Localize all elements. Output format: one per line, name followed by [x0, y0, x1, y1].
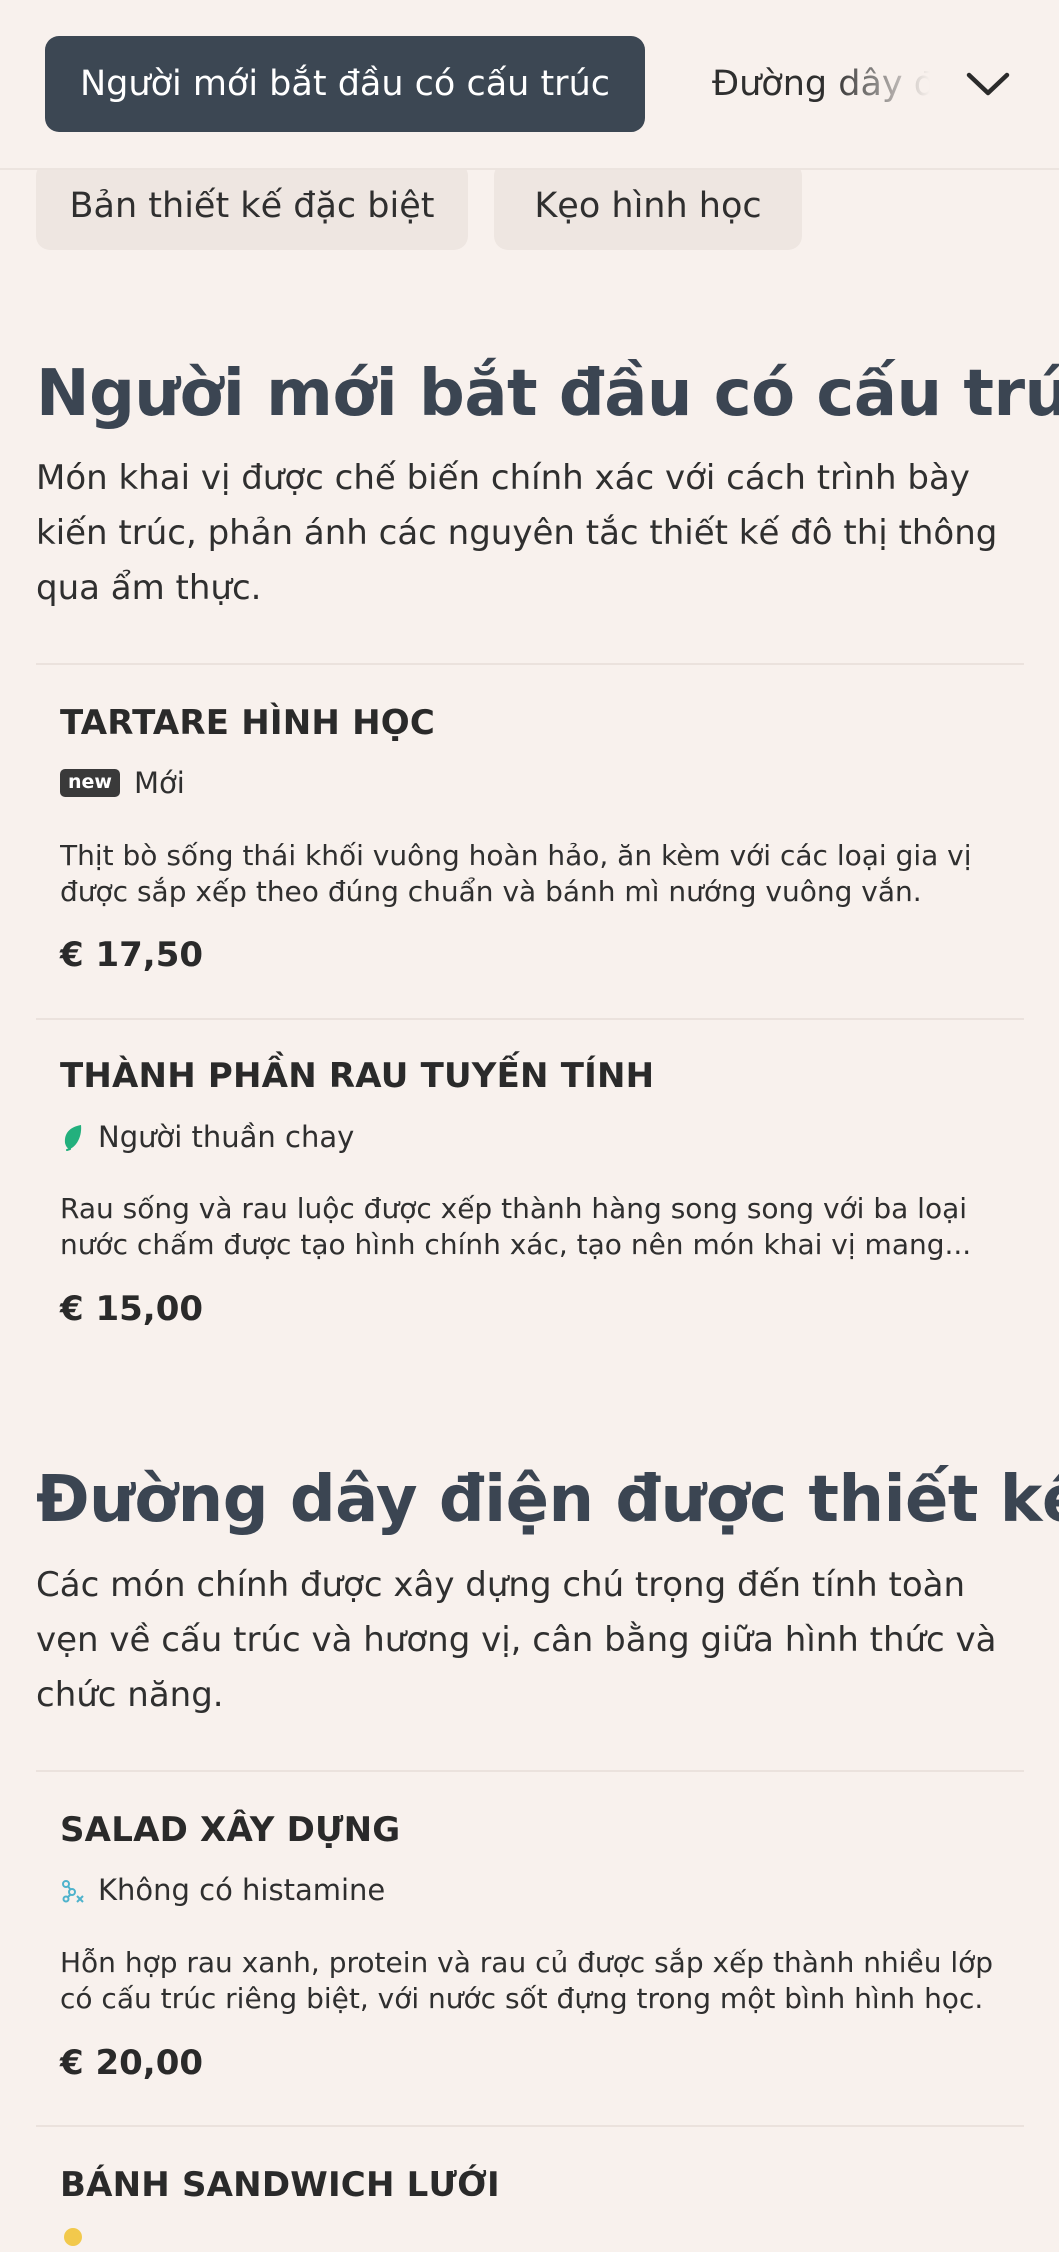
subtab-label: Bản thiết kế đặc biệt: [69, 186, 435, 226]
section-description: Các món chính được xây dựng chú trọng đế…: [36, 1565, 997, 1715]
tag-label: Người thuần chay: [98, 1120, 355, 1154]
chevron-down-icon[interactable]: [962, 58, 1014, 110]
menu-item-price: € 15,00: [60, 1289, 204, 1329]
tag-label: Không có histamine: [98, 1873, 386, 1907]
menu-item-description: Rau sống và rau luộc được xếp thành hàng…: [60, 1192, 972, 1261]
divider: [36, 663, 1024, 665]
menu-item-price: € 20,00: [60, 2043, 204, 2083]
subtab-label: Kẹo hình học: [534, 186, 762, 226]
tab-structured-starters[interactable]: Người mới bắt đầu có cấu trúc: [45, 36, 645, 132]
menu-item-name[interactable]: THÀNH PHẦN RAU TUYẾN TÍNH: [60, 1056, 654, 1096]
category-nav: Người mới bắt đầu có cấu trúc Đường dây …: [0, 0, 1059, 170]
tab-label: Đường dây điện được thiết kế: [712, 64, 930, 104]
menu-item-price: € 17,50: [60, 935, 204, 975]
menu-item-description: Hỗn hợp rau xanh, protein và rau củ được…: [60, 1946, 994, 2015]
menu-item-tag: Người thuần chay: [60, 1120, 354, 1154]
section-title: Đường dây điện được thiết kế: [36, 1463, 1059, 1537]
menu-item-name[interactable]: SALAD XÂY DỰNG: [60, 1810, 400, 1850]
menu-item-tag: [60, 2222, 98, 2252]
section-description: Món khai vị được chế biến chính xác với …: [36, 458, 998, 608]
menu-item-tag: new Mới: [60, 766, 185, 800]
tab-engineered-mains[interactable]: Đường dây điện được thiết kế: [712, 36, 930, 132]
menu-item-name[interactable]: BÁNH SANDWICH LƯỚI: [60, 2165, 500, 2205]
histamine-free-icon: [60, 1875, 86, 1905]
tag-icon: [60, 2222, 86, 2252]
divider: [36, 1770, 1024, 1772]
tab-label: Người mới bắt đầu có cấu trúc: [79, 64, 610, 104]
subtab-special-blueprint[interactable]: Bản thiết kế đặc biệt: [36, 168, 468, 250]
menu-item-description: Thịt bò sống thái khối vuông hoàn hảo, ă…: [60, 839, 972, 908]
divider: [36, 2125, 1024, 2127]
menu-item-name[interactable]: TARTARE HÌNH HỌC: [60, 703, 435, 743]
section-title: Người mới bắt đầu có cấu trúc: [36, 357, 1059, 431]
tag-label: Mới: [133, 766, 185, 800]
subcategory-strip: Bản thiết kế đặc biệt Kẹo hình học: [0, 168, 1059, 252]
divider: [36, 1018, 1024, 1020]
leaf-icon: [60, 1122, 86, 1152]
subtab-geometric-candy[interactable]: Kẹo hình học: [494, 168, 802, 250]
menu-item-tag: Không có histamine: [60, 1873, 385, 1907]
new-badge: new: [60, 769, 120, 797]
